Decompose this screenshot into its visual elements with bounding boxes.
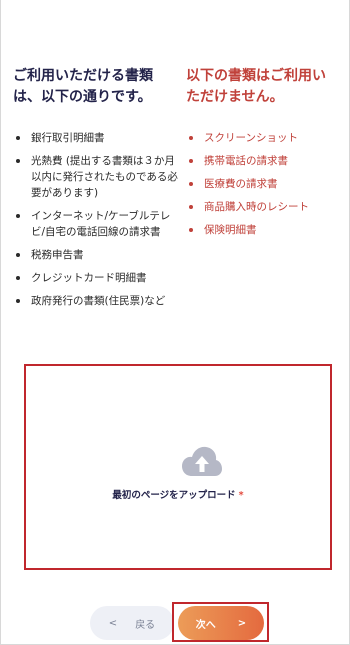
next-button[interactable]: 次へ > — [178, 606, 264, 640]
bullet-icon — [189, 136, 193, 140]
bullet-icon — [16, 276, 20, 280]
accepted-documents-list: 銀行取引明細書 光熱費 (提出する書類は３か月以内に発行されたものである必要があ… — [13, 130, 183, 309]
list-item: 商品購入時のレシート — [186, 199, 344, 215]
upload-label: 最初のページをアップロード * — [112, 490, 244, 501]
list-item: インターネット/ケーブルテレビ/自宅の電話回線の請求書 — [13, 208, 183, 240]
rejected-documents-section: 以下の書類はご利用い ただけません。 スクリーンショット 携帯電話の請求書 医療… — [186, 66, 344, 245]
list-item: 医療費の請求書 — [186, 176, 344, 192]
accepted-documents-heading: ご利用いただける書類 は、以下の通りです。 — [13, 66, 183, 108]
rejected-heading-line1: 以下の書類はご利用い — [186, 68, 326, 84]
upload-dropzone[interactable]: 最初のページをアップロード * — [24, 364, 332, 570]
list-item: クレジットカード明細書 — [13, 270, 183, 286]
chevron-right-icon: > — [237, 617, 247, 629]
list-item: 携帯電話の請求書 — [186, 153, 344, 169]
list-item: 税務申告書 — [13, 247, 183, 263]
bullet-icon — [16, 299, 20, 303]
bullet-icon — [189, 182, 193, 186]
list-item: スクリーンショット — [186, 130, 344, 146]
list-item: 光熱費 (提出する書類は３か月以内に発行されたものである必要があります) — [13, 153, 183, 201]
accepted-heading-line1: ご利用いただける書類 — [13, 68, 153, 84]
back-button[interactable]: < 戻る — [90, 606, 174, 640]
list-item: 政府発行の書類(住民票)など — [13, 293, 183, 309]
next-button-label: 次へ — [195, 619, 216, 631]
chevron-left-icon: < — [108, 617, 118, 629]
rejected-heading-line2: ただけません。 — [186, 89, 284, 105]
rejected-documents-list: スクリーンショット 携帯電話の請求書 医療費の請求書 商品購入時のレシート 保険… — [186, 130, 344, 238]
list-item: 保険明細書 — [186, 222, 344, 238]
bullet-icon — [189, 228, 193, 232]
cloud-upload-icon — [182, 446, 222, 476]
list-item: 銀行取引明細書 — [13, 130, 183, 146]
bullet-icon — [16, 159, 20, 163]
rejected-documents-heading: 以下の書類はご利用い ただけません。 — [186, 66, 344, 108]
bullet-icon — [16, 214, 20, 218]
bullet-icon — [189, 159, 193, 163]
bullet-icon — [16, 253, 20, 257]
bullet-icon — [16, 136, 20, 140]
accepted-documents-section: ご利用いただける書類 は、以下の通りです。 銀行取引明細書 光熱費 (提出する書… — [13, 66, 183, 316]
bullet-icon — [189, 205, 193, 209]
accepted-heading-line2: は、以下の通りです。 — [13, 89, 152, 105]
required-marker: * — [238, 490, 244, 501]
back-button-label: 戻る — [135, 619, 156, 631]
